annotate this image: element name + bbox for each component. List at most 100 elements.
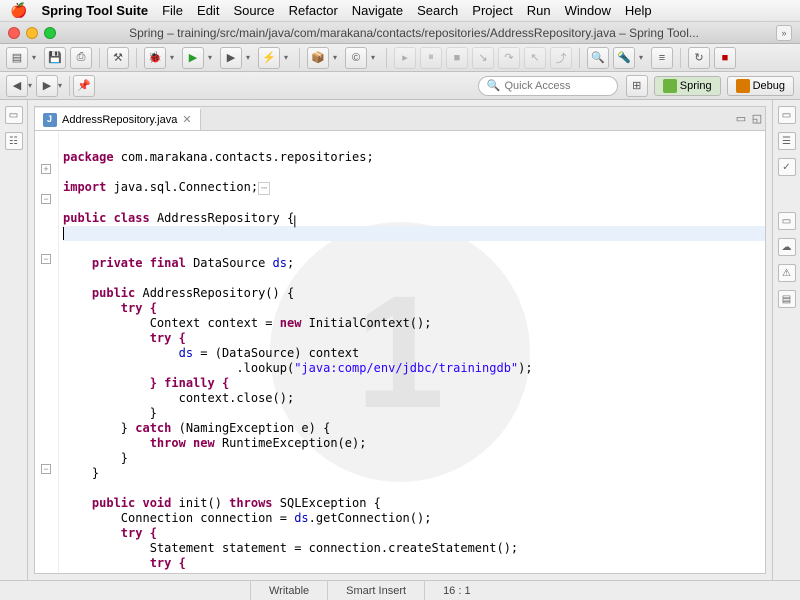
dropdown-icon[interactable]: ▾ (208, 53, 216, 62)
build-button[interactable]: ⚒ (107, 47, 129, 69)
main-area: ▭ ☷ AddressRepository.java ✕ ▭ ◱ 1 + − −… (0, 100, 800, 580)
status-cursor-position: 16 : 1 (424, 581, 489, 600)
task-list-icon[interactable]: ✓ (778, 158, 796, 176)
editor-tabs: AddressRepository.java ✕ ▭ ◱ (35, 107, 765, 131)
new-button[interactable]: ▤ (6, 47, 28, 69)
menu-source[interactable]: Source (233, 3, 274, 18)
dropdown-icon[interactable]: ▾ (639, 53, 647, 62)
left-trim-stack: ▭ ☷ (0, 100, 28, 580)
app-name[interactable]: Spring Tool Suite (41, 3, 148, 18)
new-class-button[interactable]: © (345, 47, 367, 69)
search-icon: 🔍 (487, 79, 501, 92)
restore-view-icon[interactable]: ▭ (5, 106, 23, 124)
save-all-button[interactable]: ⎙ (70, 47, 92, 69)
maximize-view-icon[interactable]: ◱ (749, 111, 765, 127)
package-explorer-icon[interactable]: ☷ (5, 132, 23, 150)
servers-view-icon[interactable]: ☁ (778, 238, 796, 256)
menu-window[interactable]: Window (565, 3, 611, 18)
main-toolbar: ▤ ▾ 💾 ⎙ ⚒ 🐞 ▾ ▶ ▾ ▶ ▾ ⚡ ▾ 📦 ▾ © ▾ ▸ ⏸ ■ ↘ ↷ ↖ ⤴… (0, 44, 800, 72)
editor-area: AddressRepository.java ✕ ▭ ◱ 1 + − − − p… (34, 106, 766, 574)
new-package-button[interactable]: 📦 (307, 47, 329, 69)
minimize-view-icon[interactable]: ▭ (733, 111, 749, 127)
status-bar: Writable Smart Insert 16 : 1 (0, 580, 800, 600)
perspective-debug[interactable]: Debug (727, 76, 794, 96)
apple-logo-icon[interactable]: 🍎 (10, 2, 27, 19)
search-button[interactable]: 🔦 (613, 47, 635, 69)
fold-icon[interactable]: + (41, 164, 51, 174)
right-trim-stack: ▭ ☰ ✓ ▭ ☁ ⚠ ▤ (772, 100, 800, 580)
terminate-button: ■ (446, 47, 468, 69)
menu-run[interactable]: Run (527, 3, 551, 18)
perspective-label: Spring (680, 80, 712, 92)
cursor (63, 227, 64, 240)
relaunch-button[interactable]: ↻ (688, 47, 710, 69)
quick-access-input[interactable] (504, 80, 608, 92)
dropdown-icon[interactable]: ▾ (170, 53, 178, 62)
menu-navigate[interactable]: Navigate (352, 3, 403, 18)
status-spacer (0, 581, 250, 600)
toolbar-chevron-icon[interactable]: » (776, 25, 792, 41)
traffic-lights (8, 27, 56, 39)
nav-back-button[interactable]: ◀ (6, 75, 28, 97)
editor-tab[interactable]: AddressRepository.java ✕ (35, 108, 201, 130)
close-window-button[interactable] (8, 27, 20, 39)
window-titlebar: Spring – training/src/main/java/com/mara… (0, 22, 800, 44)
open-perspective-button[interactable]: ⊞ (626, 75, 648, 97)
perspective-label: Debug (753, 80, 785, 92)
step-over-button: ↷ (498, 47, 520, 69)
menu-file[interactable]: File (162, 3, 183, 18)
status-insert-mode: Smart Insert (327, 581, 424, 600)
minimize-window-button[interactable] (26, 27, 38, 39)
text-cursor-icon: ⎸ (294, 214, 306, 228)
perspective-bar: ◀▾ ▶▾ 📌 🔍 ⊞ Spring Debug (0, 72, 800, 100)
dropdown-icon[interactable]: ▾ (58, 81, 66, 90)
perspective-spring[interactable]: Spring (654, 76, 721, 96)
toggle-breadcrumb-button[interactable]: ≡ (651, 47, 673, 69)
resume-button: ▸ (394, 47, 416, 69)
menu-search[interactable]: Search (417, 3, 458, 18)
menu-project[interactable]: Project (472, 3, 512, 18)
debug-button[interactable]: 🐞 (144, 47, 166, 69)
open-type-button[interactable]: 🔍 (587, 47, 609, 69)
drop-frame-button: ⤴ (550, 47, 572, 69)
run-last-button[interactable]: ▶ (220, 47, 242, 69)
close-tab-icon[interactable]: ✕ (182, 113, 191, 126)
code-content[interactable]: package com.marakana.contacts.repositori… (59, 131, 765, 573)
debug-icon (736, 79, 750, 93)
stop-server-button[interactable]: ■ (714, 47, 736, 69)
save-button[interactable]: 💾 (44, 47, 66, 69)
run-button[interactable]: ▶ (182, 47, 204, 69)
zoom-window-button[interactable] (44, 27, 56, 39)
restore-view-icon[interactable]: ▭ (778, 212, 796, 230)
spring-icon (663, 79, 677, 93)
step-into-button: ↘ (472, 47, 494, 69)
step-return-button: ↖ (524, 47, 546, 69)
mac-menubar: 🍎 Spring Tool Suite File Edit Source Ref… (0, 0, 800, 22)
restore-view-icon[interactable]: ▭ (778, 106, 796, 124)
dropdown-icon[interactable]: ▾ (32, 53, 40, 62)
dropdown-icon[interactable]: ▾ (333, 53, 341, 62)
tab-label: AddressRepository.java (62, 114, 177, 126)
fold-icon[interactable]: − (41, 254, 51, 264)
status-writable: Writable (250, 581, 327, 600)
pin-editor-button[interactable]: 📌 (73, 75, 95, 97)
dropdown-icon[interactable]: ▾ (28, 81, 36, 90)
fold-icon[interactable]: − (41, 194, 51, 204)
java-file-icon (43, 113, 57, 127)
dropdown-icon[interactable]: ▾ (284, 53, 292, 62)
menu-edit[interactable]: Edit (197, 3, 219, 18)
suspend-button: ⏸ (420, 47, 442, 69)
nav-forward-button[interactable]: ▶ (36, 75, 58, 97)
fold-icon[interactable]: − (41, 464, 51, 474)
external-tools-button[interactable]: ⚡ (258, 47, 280, 69)
console-view-icon[interactable]: ▤ (778, 290, 796, 308)
menu-refactor[interactable]: Refactor (289, 3, 338, 18)
dropdown-icon[interactable]: ▾ (246, 53, 254, 62)
menu-help[interactable]: Help (625, 3, 652, 18)
problems-view-icon[interactable]: ⚠ (778, 264, 796, 282)
outline-view-icon[interactable]: ☰ (778, 132, 796, 150)
gutter[interactable]: + − − − (35, 131, 59, 573)
quick-access-field[interactable]: 🔍 (478, 76, 618, 96)
dropdown-icon[interactable]: ▾ (371, 53, 379, 62)
code-editor[interactable]: 1 + − − − package com.marakana.contacts.… (35, 131, 765, 573)
